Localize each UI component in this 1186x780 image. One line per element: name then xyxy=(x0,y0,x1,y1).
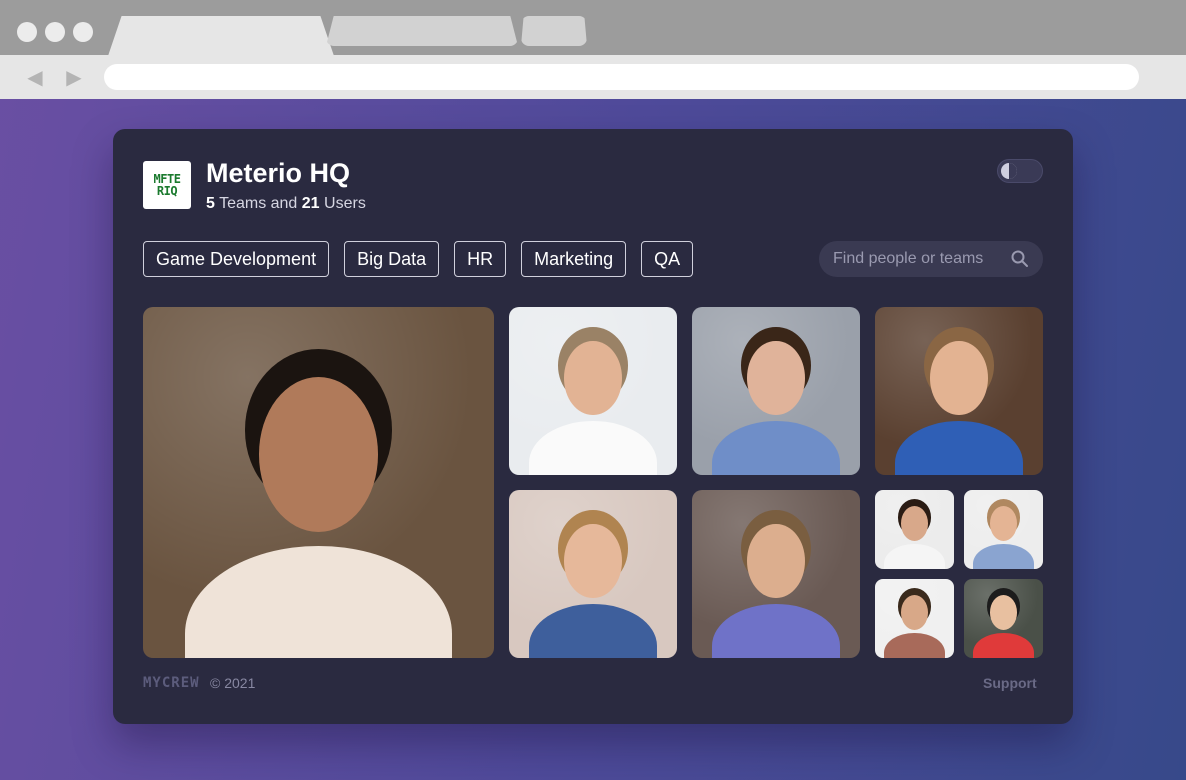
workspace-title: Meterio HQ xyxy=(206,158,351,188)
portrait-face xyxy=(258,377,379,532)
team-tag-marketing[interactable]: Marketing xyxy=(521,241,627,277)
portrait-body xyxy=(712,421,840,475)
footer-copyright: © 2021 xyxy=(210,675,256,691)
browser-tab-active[interactable] xyxy=(108,16,334,56)
person-photo[interactable] xyxy=(509,490,677,658)
team-tag-game-development[interactable]: Game Development xyxy=(143,241,330,277)
portrait-face xyxy=(747,340,805,415)
person-photo[interactable] xyxy=(964,579,1043,658)
users-count: 21 xyxy=(301,195,320,212)
window-close-button[interactable] xyxy=(17,22,37,42)
person-photo[interactable] xyxy=(875,579,954,658)
portrait-face xyxy=(901,594,928,630)
portrait-body xyxy=(895,421,1023,475)
workspace-summary: 5 Teams and 21 Users xyxy=(206,195,366,213)
team-tag-big-data[interactable]: Big Data xyxy=(344,241,440,277)
portrait-face xyxy=(564,340,622,415)
forward-arrow-icon[interactable]: ▶ xyxy=(63,66,85,88)
window-maximize-button[interactable] xyxy=(73,22,93,42)
portrait-body xyxy=(529,421,657,475)
portrait-face xyxy=(990,594,1017,630)
users-label: Users xyxy=(324,195,366,212)
portrait-body xyxy=(529,604,657,658)
portrait-body xyxy=(973,632,1034,658)
moon-icon xyxy=(1001,163,1017,179)
portrait-body xyxy=(712,604,840,658)
teams-label: Teams and xyxy=(219,195,298,212)
browser-chrome: ◀ ▶ xyxy=(0,0,1186,99)
footer-brand: MYCREW xyxy=(143,675,200,691)
window-minimize-button[interactable] xyxy=(45,22,65,42)
portrait-face xyxy=(747,523,805,598)
browser-tab[interactable] xyxy=(326,16,518,46)
back-arrow-icon[interactable]: ◀ xyxy=(24,66,46,88)
portrait-face xyxy=(901,505,928,541)
portrait-body xyxy=(884,543,945,569)
portrait-face xyxy=(930,340,988,415)
portrait-face xyxy=(990,505,1017,541)
portrait-face xyxy=(564,523,622,598)
browser-tab[interactable] xyxy=(521,16,587,46)
person-photo[interactable] xyxy=(692,307,860,475)
search-icon[interactable] xyxy=(1010,249,1030,269)
team-filter-list: Game Development Big Data HR Marketing Q… xyxy=(143,241,694,277)
portrait-body xyxy=(185,545,452,658)
person-photo[interactable] xyxy=(143,307,494,658)
address-bar[interactable] xyxy=(104,64,1139,90)
team-tag-hr[interactable]: HR xyxy=(454,241,507,277)
workspace-card: MFTE RIQ Meterio HQ 5 Teams and 21 Users… xyxy=(113,129,1073,724)
team-tag-qa[interactable]: QA xyxy=(641,241,694,277)
portrait-body xyxy=(973,543,1034,569)
person-photo[interactable] xyxy=(875,307,1043,475)
theme-toggle[interactable] xyxy=(997,159,1043,183)
logo-line-2: RIQ xyxy=(156,184,178,198)
support-link[interactable]: Support xyxy=(983,675,1037,691)
person-photo[interactable] xyxy=(692,490,860,658)
person-photo[interactable] xyxy=(964,490,1043,569)
teams-count: 5 xyxy=(206,195,215,212)
person-photo[interactable] xyxy=(875,490,954,569)
company-logo: MFTE RIQ xyxy=(143,161,191,209)
person-photo[interactable] xyxy=(509,307,677,475)
portrait-body xyxy=(884,632,945,658)
